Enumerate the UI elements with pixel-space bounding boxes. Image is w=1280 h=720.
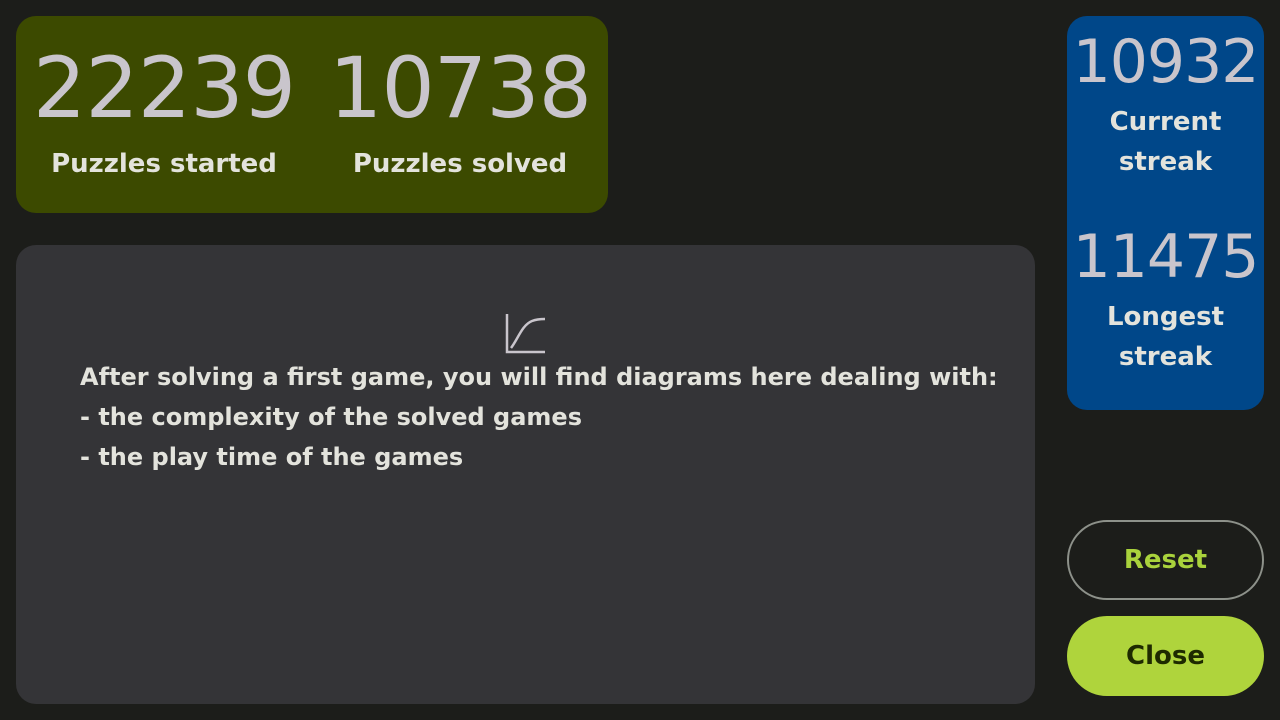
current-streak-stat: 10932 Current streak [1067,16,1264,182]
info-line: - the play time of the games [80,443,464,471]
puzzles-solved-stat: 10738 Puzzles solved [312,16,608,184]
longest-streak-value: 11475 [1072,222,1260,292]
current-streak-label: Current streak [1109,107,1222,177]
puzzles-started-value: 22239 [32,39,296,137]
info-line: - the complexity of the solved games [80,403,582,431]
statistics-screen: 22239 Puzzles started 10738 Puzzles solv… [0,0,1280,720]
current-streak-value: 10932 [1072,27,1260,97]
longest-streak-stat: 11475 Longest streak [1067,213,1264,377]
puzzles-solved-value: 10738 [328,39,592,137]
puzzles-started-label: Puzzles started [51,149,277,179]
info-line: After solving a first game, you will fin… [80,363,998,391]
puzzle-stats-card: 22239 Puzzles started 10738 Puzzles solv… [16,16,608,213]
close-button[interactable]: Close [1067,616,1264,696]
chart-curve-icon [505,314,546,354]
streak-card: 10932 Current streak 11475 Longest strea… [1067,16,1264,410]
puzzles-solved-label: Puzzles solved [352,149,568,179]
diagrams-info-text: After solving a first game, you will fin… [80,357,1000,477]
reset-button[interactable]: Reset [1067,520,1264,600]
longest-streak-label: Longest streak [1106,302,1225,372]
diagrams-placeholder-panel: After solving a first game, you will fin… [16,245,1035,704]
puzzles-started-stat: 22239 Puzzles started [16,16,312,184]
